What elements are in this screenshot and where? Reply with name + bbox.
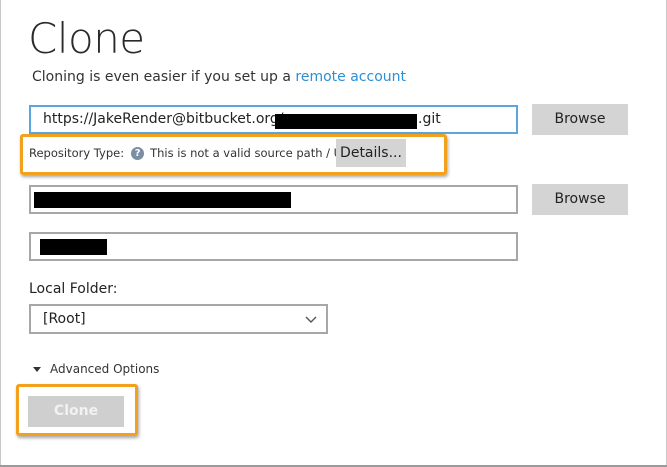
repository-type-row: Repository Type: ? This is not a valid s… (29, 146, 357, 160)
window-border-left (0, 0, 1, 467)
source-url-input[interactable]: https://JakeRender@bitbucket.org/ .git (29, 105, 518, 134)
local-folder-label: Local Folder: (29, 281, 118, 297)
clone-button[interactable]: Clone (28, 396, 124, 427)
remote-account-link[interactable]: remote account (295, 69, 406, 85)
redacted-block (34, 192, 291, 208)
local-folder-select[interactable]: [Root] (29, 304, 328, 334)
chevron-down-icon (305, 316, 317, 323)
caret-down-icon (33, 366, 41, 372)
subtitle-text: Cloning is even easier if you set up a (32, 69, 296, 85)
redacted-block (275, 114, 417, 129)
name-input[interactable] (29, 232, 518, 261)
repository-type-message: This is not a valid source path / URL (150, 146, 357, 160)
local-folder-value: [Root] (43, 311, 86, 327)
page-title: Clone (28, 14, 145, 63)
advanced-options-label: Advanced Options (50, 362, 160, 376)
redacted-block (40, 239, 107, 255)
source-url-prefix: https://JakeRender@bitbucket.org/ (43, 111, 284, 127)
destination-path-input[interactable] (29, 185, 518, 214)
page-subtitle: Cloning is even easier if you set up a r… (32, 69, 406, 85)
source-url-suffix: .git (418, 111, 441, 127)
help-icon: ? (131, 146, 145, 160)
destination-browse-button[interactable]: Browse (532, 184, 628, 215)
details-button[interactable]: Details... (336, 139, 406, 167)
repository-type-label: Repository Type: (29, 146, 125, 160)
source-browse-button[interactable]: Browse (532, 104, 628, 135)
advanced-options-toggle[interactable]: Advanced Options (33, 362, 159, 376)
